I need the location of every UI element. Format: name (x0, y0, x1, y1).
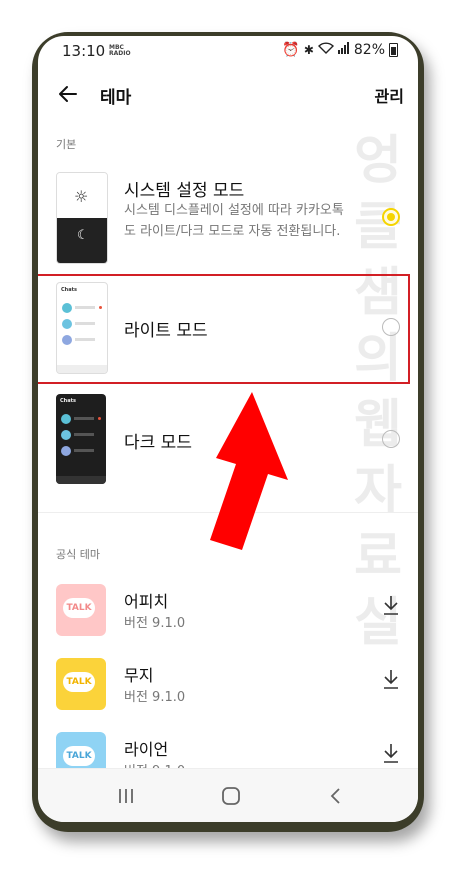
theme-version: 버전 9.1.0 (124, 690, 186, 705)
theme-title: 시스템 설정 모드 (124, 181, 245, 201)
status-time: 13:10 (62, 42, 106, 60)
talk-logo: TALK (63, 598, 95, 618)
thumb-chats-label: Chats (60, 398, 76, 404)
section-label-basic: 기본 (56, 138, 77, 151)
watermark-char: 료 (354, 527, 402, 587)
theme-name: 어피치 (124, 592, 169, 611)
status-icons: ⏰ ✱ 82% (282, 42, 398, 58)
bluetooth-icon: ✱ (303, 43, 314, 57)
battery-percent: 82% (353, 42, 385, 58)
official-theme-row[interactable]: TALK 무지 버전 9.1.0 (38, 658, 418, 724)
download-icon[interactable] (382, 594, 400, 616)
theme-name: 무지 (124, 666, 154, 685)
manage-button[interactable]: 관리 (375, 83, 404, 107)
back-nav-icon[interactable] (324, 784, 348, 808)
wifi-icon (317, 42, 334, 58)
theme-row-system[interactable]: ☼ ☾ 시스템 설정 모드 시스템 디스플레이 설정에 따라 카카오톡도 라이트… (38, 172, 418, 272)
highlight-box (38, 274, 410, 384)
recent-apps-icon[interactable] (114, 784, 138, 808)
theme-radio[interactable] (382, 430, 400, 448)
page-title: 테마 (100, 88, 132, 108)
home-icon[interactable] (219, 784, 243, 808)
theme-name: 라이언 (124, 740, 169, 759)
signal-icon (337, 42, 350, 58)
battery-icon (389, 43, 398, 57)
radio-logo-line2: RADIO (109, 50, 131, 57)
system-mode-thumbnail: ☼ ☾ (56, 172, 108, 264)
sun-icon: ☼ (74, 187, 89, 206)
system-nav-bar (38, 768, 418, 822)
arrow-left-icon[interactable] (56, 82, 80, 106)
red-arrow-annotation (210, 392, 288, 550)
status-bar: 13:10 MBC RADIO ⏰ ✱ 82% (38, 36, 418, 70)
talk-logo: TALK (63, 746, 95, 766)
talk-logo: TALK (63, 672, 95, 692)
official-theme-row[interactable]: TALK 어피치 버전 9.1.0 (38, 584, 418, 650)
theme-version: 버전 9.1.0 (124, 616, 186, 631)
download-icon[interactable] (382, 742, 400, 764)
apeach-thumbnail: TALK (56, 584, 106, 636)
app-bar: 테마 관리 (38, 72, 418, 116)
download-icon[interactable] (382, 668, 400, 690)
muzi-thumbnail: TALK (56, 658, 106, 710)
moon-icon: ☾ (77, 228, 89, 243)
theme-radio-selected[interactable] (382, 208, 400, 226)
theme-description: 시스템 디스플레이 설정에 따라 카카오톡도 라이트/다크 모드로 자동 전환됩… (124, 203, 344, 239)
alarm-icon: ⏰ (282, 42, 300, 58)
radio-logo: MBC RADIO (109, 45, 131, 57)
dark-mode-thumbnail: Chats (56, 394, 106, 484)
section-label-official: 공식 테마 (56, 548, 100, 561)
